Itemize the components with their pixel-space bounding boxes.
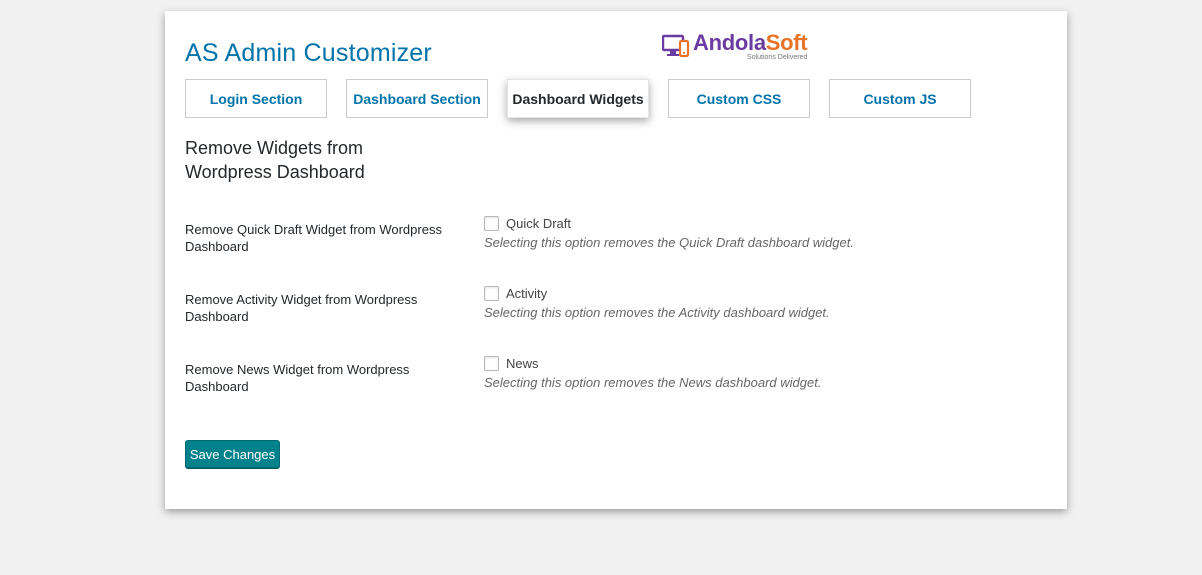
checkbox-label[interactable]: Quick Draft <box>506 216 571 231</box>
logo-brand-part1: Andola <box>693 30 766 55</box>
quick-draft-checkbox[interactable] <box>484 215 499 231</box>
section-heading: Remove Widgets from Wordpress Dashboard <box>185 138 365 182</box>
option-description: Selecting this option removes the Activi… <box>484 305 830 320</box>
option-field: Activity Selecting this option removes t… <box>484 283 1044 320</box>
option-label: Remove Activity Widget from Wordpress Da… <box>185 292 418 324</box>
checkbox-label[interactable]: News <box>506 356 539 371</box>
tab-custom-css[interactable]: Custom CSS <box>668 79 810 118</box>
option-description: Selecting this option removes the News d… <box>484 375 822 390</box>
option-field: Quick Draft Selecting this option remove… <box>484 213 1044 250</box>
save-changes-button[interactable]: Save Changes <box>185 440 280 468</box>
monitor-phone-icon <box>662 34 690 58</box>
option-label: Remove News Widget from Wordpress Dashbo… <box>185 362 410 394</box>
logo-tagline: Solutions Delivered <box>747 54 808 61</box>
tab-bar: Login Section Dashboard Section Dashboar… <box>185 79 971 118</box>
option-label: Remove Quick Draft Widget from Wordpress… <box>185 222 442 254</box>
activity-checkbox[interactable] <box>484 285 499 301</box>
tab-dashboard-section[interactable]: Dashboard Section <box>346 79 488 118</box>
andolasoft-logo: AndolaSoft Solutions Delivered <box>662 30 808 63</box>
option-field: News Selecting this option removes the N… <box>484 353 1044 390</box>
settings-panel: AS Admin Customizer AndolaSoft Solutions… <box>165 11 1067 509</box>
checkbox-label[interactable]: Activity <box>506 286 547 301</box>
tab-custom-js[interactable]: Custom JS <box>829 79 971 118</box>
tab-login-section[interactable]: Login Section <box>185 79 327 118</box>
page-title: AS Admin Customizer <box>185 39 432 67</box>
tab-dashboard-widgets[interactable]: Dashboard Widgets <box>507 79 649 118</box>
news-checkbox[interactable] <box>484 355 499 371</box>
logo-brand-part2: Soft <box>765 30 808 55</box>
option-description: Selecting this option removes the Quick … <box>484 235 854 250</box>
